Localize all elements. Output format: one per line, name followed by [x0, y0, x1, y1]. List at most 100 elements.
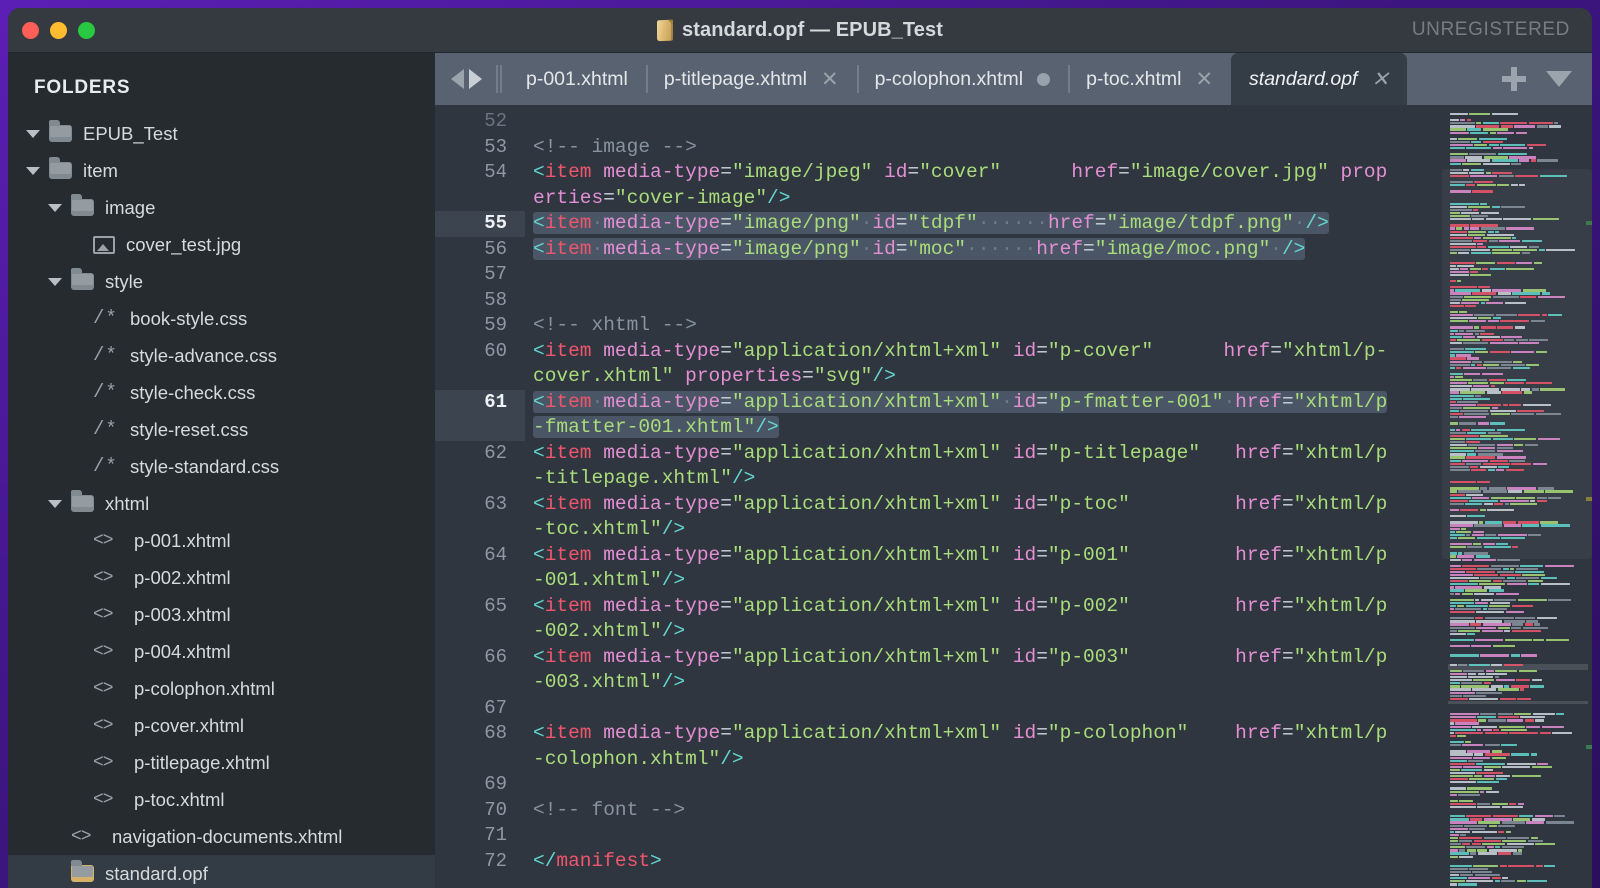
code-line[interactable]: -003.xhtml"/> — [533, 670, 1442, 696]
nav-forward-arrow-icon[interactable] — [469, 69, 482, 89]
tree-item[interactable]: /* book-style.css — [8, 300, 435, 337]
code-line[interactable]: <!-- font --> — [533, 798, 1442, 824]
code-minimap[interactable] — [1442, 105, 1592, 888]
tab-unsaved-dot-icon[interactable] — [1037, 72, 1051, 86]
tab-close-icon[interactable]: ✕ — [821, 69, 839, 90]
code-line[interactable]: <!-- xhtml --> — [533, 313, 1442, 339]
code-line[interactable]: -toc.xhtml"/> — [533, 517, 1442, 543]
folder-icon — [71, 268, 94, 290]
minimize-window-button[interactable] — [50, 21, 67, 39]
tree-item[interactable]: <> p-cover.xhtml — [8, 707, 435, 744]
tree-item[interactable]: xhtml — [8, 485, 435, 522]
code-line[interactable]: <item media-type="application/xhtml+xml"… — [533, 339, 1442, 365]
tab-close-icon[interactable]: ✕ — [1371, 69, 1389, 90]
code-file-icon: <> — [93, 641, 114, 662]
editor-tab[interactable]: p-toc.xhtml ✕ — [1068, 53, 1231, 105]
tree-item-label: style-standard.css — [130, 455, 280, 477]
window-body: FOLDERS EPUB_Test item image cover_test.jpg… — [8, 53, 1592, 888]
code-line[interactable]: -002.xhtml"/> — [533, 619, 1442, 645]
tree-item[interactable]: /* style-advance.css — [8, 337, 435, 374]
tree-item[interactable]: <> p-toc.xhtml — [8, 781, 435, 818]
tab-close-icon[interactable]: ✕ — [1195, 69, 1213, 90]
disclosure-triangle-icon[interactable] — [26, 129, 40, 138]
editor-tab[interactable]: p-titlepage.xhtml ✕ — [645, 53, 857, 105]
tree-item[interactable]: <> p-004.xhtml — [8, 633, 435, 670]
code-line[interactable]: <!-- image --> — [533, 135, 1442, 161]
code-line[interactable]: <item·media-type="image/png"·id="tdpf"··… — [533, 211, 1442, 237]
close-window-button[interactable] — [22, 21, 39, 39]
tree-item[interactable]: <> p-002.xhtml — [8, 559, 435, 596]
minimap-line — [1448, 883, 1588, 886]
code-line[interactable]: -titlepage.xhtml"/> — [533, 466, 1442, 492]
tree-item-label: EPUB_Test — [83, 122, 178, 144]
tree-item-label: book-style.css — [130, 307, 248, 329]
disclosure-triangle-icon[interactable] — [48, 277, 62, 286]
code-line[interactable]: <item media-type="application/xhtml+xml"… — [533, 645, 1442, 671]
tree-item-label: style-check.css — [130, 381, 256, 403]
tree-item[interactable]: <> p-colophon.xhtml — [8, 670, 435, 707]
css-file-icon: /* — [93, 381, 118, 403]
folder-icon — [71, 194, 94, 216]
editor-tab[interactable]: standard.opf ✕ — [1231, 53, 1408, 105]
code-line[interactable] — [533, 823, 1442, 849]
disclosure-triangle-icon[interactable] — [48, 499, 62, 508]
code-line[interactable]: -fmatter-001.xhtml"/> — [533, 415, 1442, 441]
zoom-window-button[interactable] — [78, 21, 95, 39]
code-line[interactable]: <item media-type="application/xhtml+xml"… — [533, 721, 1442, 747]
tree-item[interactable]: <> p-titlepage.xhtml — [8, 744, 435, 781]
tree-item[interactable]: EPUB_Test — [8, 115, 435, 152]
editor-tab[interactable]: p-001.xhtml — [508, 53, 646, 105]
editor-tab[interactable]: p-colophon.xhtml — [856, 53, 1069, 105]
tree-item[interactable]: /* style-standard.css — [8, 448, 435, 485]
code-line[interactable]: -colophon.xhtml"/> — [533, 747, 1442, 773]
tree-item[interactable]: /* style-check.css — [8, 374, 435, 411]
code-line[interactable] — [533, 772, 1442, 798]
tree-item[interactable]: standard.opf — [8, 855, 435, 888]
tree-item-label: item — [83, 159, 118, 181]
tree-item[interactable]: <> p-003.xhtml — [8, 596, 435, 633]
line-number: 67 — [484, 696, 507, 719]
code-line[interactable]: -001.xhtml"/> — [533, 568, 1442, 594]
tree-item-label: p-002.xhtml — [134, 566, 231, 588]
tree-item[interactable]: style — [8, 263, 435, 300]
tree-item[interactable]: cover_test.jpg — [8, 226, 435, 263]
tree-item-label: p-003.xhtml — [134, 603, 231, 625]
editor-pane: p-001.xhtml p-titlepage.xhtml ✕ p-colophon.… — [435, 53, 1592, 888]
code-line[interactable]: <item media-type="application/xhtml+xml"… — [533, 492, 1442, 518]
line-number — [435, 364, 525, 390]
code-line[interactable]: <item media-type="application/xhtml+xml"… — [533, 441, 1442, 467]
chevron-down-icon[interactable] — [1546, 71, 1572, 87]
tree-item[interactable]: <> p-001.xhtml — [8, 522, 435, 559]
code-line[interactable]: <item·media-type="image/png"·id="moc"···… — [533, 237, 1442, 263]
disclosure-triangle-icon[interactable] — [26, 166, 40, 175]
code-line[interactable]: <item media-type="application/xhtml+xml"… — [533, 594, 1442, 620]
code-file-icon: <> — [93, 752, 114, 773]
code-line[interactable] — [533, 109, 1442, 135]
line-number — [435, 670, 525, 696]
nav-back-arrow-icon[interactable] — [451, 69, 464, 89]
tree-item-label: style-reset.css — [130, 418, 249, 440]
code-editor[interactable]: 52 53 54 55 56 57 58 59 60 61 62 63 64 65 66 67 68 69 70 71… — [435, 105, 1592, 888]
code-line[interactable]: <item media-type="image/jpeg" id="cover"… — [533, 160, 1442, 186]
code-line[interactable]: erties="cover-image"/> — [533, 186, 1442, 212]
code-text[interactable]: <!-- image --> <item media-type="image/jp… — [525, 105, 1442, 888]
code-line[interactable]: </manifest> — [533, 849, 1442, 875]
tree-item[interactable]: image — [8, 189, 435, 226]
code-line[interactable] — [533, 262, 1442, 288]
code-line[interactable]: <item media-type="application/xhtml+xml"… — [533, 543, 1442, 569]
line-number — [435, 466, 525, 492]
disclosure-triangle-icon[interactable] — [48, 203, 62, 212]
tab-label: p-toc.xhtml — [1086, 67, 1182, 90]
tabbar-divider — [496, 65, 498, 93]
image-file-icon — [93, 235, 115, 254]
tree-item[interactable]: item — [8, 152, 435, 189]
code-line[interactable]: cover.xhtml" properties="svg"/> — [533, 364, 1442, 390]
new-tab-icon[interactable] — [1502, 67, 1526, 91]
code-line[interactable] — [533, 696, 1442, 722]
line-number: 61 — [435, 389, 525, 415]
tree-item[interactable]: <> navigation-documents.xhtml — [8, 818, 435, 855]
tree-item[interactable]: /* style-reset.css — [8, 411, 435, 448]
tree-item-label: p-titlepage.xhtml — [134, 751, 270, 773]
code-line[interactable] — [533, 288, 1442, 314]
code-line[interactable]: <item·media-type="application/xhtml+xml"… — [533, 390, 1442, 416]
